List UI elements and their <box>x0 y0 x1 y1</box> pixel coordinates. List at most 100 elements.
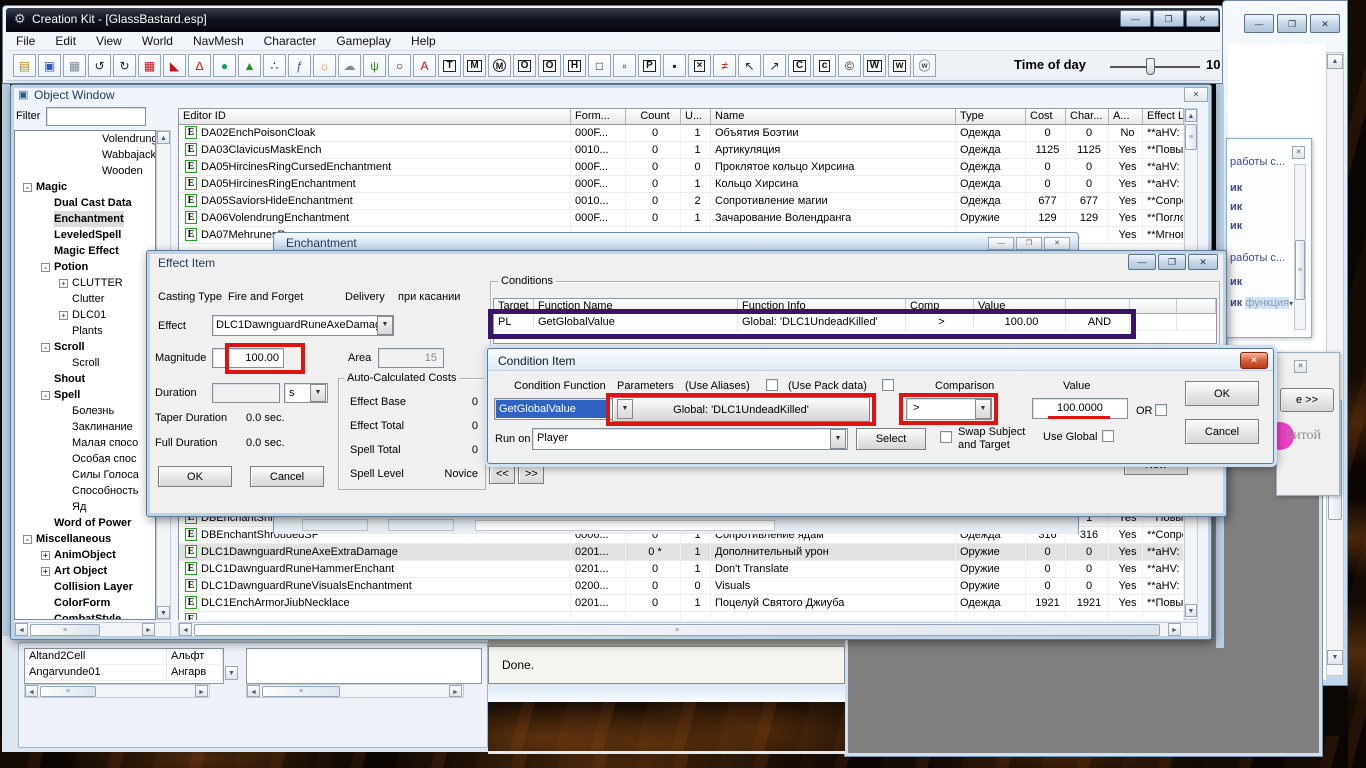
fragment-more-button[interactable]: e >> <box>1280 388 1334 412</box>
effect-dropdown[interactable]: DLC1DawnguardRuneAxeDamageE <box>212 315 394 336</box>
fx-icon[interactable]: ƒ <box>288 54 311 77</box>
bg-scroll-down-icon[interactable]: ▼ <box>1327 650 1343 665</box>
condition-prev-button[interactable]: << <box>489 464 515 484</box>
tree-hscroll-thumb[interactable]: ≡ <box>30 624 100 636</box>
dialogue-icon[interactable]: ○ <box>388 54 411 77</box>
condition-cancel-button[interactable]: Cancel <box>1185 419 1259 444</box>
chevron-down-icon[interactable]: ▾ <box>1289 299 1293 308</box>
square-icon[interactable]: ▫ <box>613 54 636 77</box>
tree-item[interactable]: -Magic <box>15 179 155 195</box>
tree-expand-icon[interactable]: + <box>59 279 68 288</box>
select-button[interactable]: Select <box>856 428 926 450</box>
effect-item-maximize-button[interactable]: ❐ <box>1158 254 1186 270</box>
cond-col-blank[interactable] <box>1130 299 1177 314</box>
menu-item-navmesh[interactable]: NavMesh <box>183 34 254 48</box>
table-row[interactable]: EDA05SaviorsHideEnchantment 0010... 0 2 … <box>179 193 1184 210</box>
redo-icon[interactable]: ↻ <box>113 54 136 77</box>
tree-expand-icon[interactable]: + <box>41 551 50 560</box>
menu-item-world[interactable]: World <box>132 34 183 48</box>
ench-minimize-icon[interactable]: — <box>988 237 1014 250</box>
effect-ok-button[interactable]: OK <box>158 466 232 487</box>
condition-next-button[interactable]: >> <box>518 464 544 484</box>
sky-icon[interactable]: ☁ <box>338 54 361 77</box>
tree-item[interactable]: CombatStyle <box>15 611 155 620</box>
bg-scroll-up-icon[interactable]: ▲ <box>1327 54 1343 69</box>
c-cube-icon[interactable]: c <box>813 54 836 77</box>
w-circle-icon[interactable]: ⓦ <box>913 54 936 77</box>
tree-item[interactable]: LeveledSpell <box>15 227 155 243</box>
tree-expand-icon[interactable]: - <box>23 183 32 192</box>
tree-item[interactable]: Способность <box>15 483 155 499</box>
tree-item[interactable]: Word of Power <box>15 515 155 531</box>
run-on-arrow-icon[interactable]: ▼ <box>830 429 846 449</box>
filter-input[interactable] <box>46 107 146 126</box>
navmesh-h-icon[interactable]: H <box>563 54 586 77</box>
furniture-t-icon[interactable]: T <box>438 54 461 77</box>
snap-grid-icon[interactable]: ▦ <box>138 54 161 77</box>
table-scroll-down-icon[interactable]: ▼ <box>1185 604 1197 617</box>
tree-item[interactable]: Scroll <box>15 355 155 371</box>
column-header[interactable]: U... <box>681 109 711 125</box>
bg-close-button[interactable]: ✕ <box>1310 14 1340 33</box>
time-of-day-slider[interactable] <box>1110 66 1200 68</box>
tree-item[interactable]: +DLC01 <box>15 307 155 323</box>
tree-item[interactable]: Shout <box>15 371 155 387</box>
preferences-icon[interactable]: ▦ <box>63 54 86 77</box>
table-scroll-up-icon[interactable]: ▲ <box>1185 109 1197 122</box>
table-row[interactable]: EDLC1DawnguardRuneHammerEnchant 0201... … <box>179 561 1184 578</box>
effect-item-close-button[interactable]: ✕ <box>1188 254 1218 270</box>
object-cube-icon[interactable]: O <box>538 54 561 77</box>
tree-item[interactable]: -Scroll <box>15 339 155 355</box>
tree-item[interactable]: Plants <box>15 323 155 339</box>
cell2-hscroll-right-icon[interactable]: ► <box>449 685 462 697</box>
tree-hscroll-right-icon[interactable]: ► <box>142 623 155 636</box>
duration-unit-arrow-icon[interactable]: ▼ <box>310 384 326 402</box>
table-row[interactable]: EDA03ClavicusMaskEnch 0010... 0 1 Артику… <box>179 142 1184 159</box>
or-checkbox[interactable] <box>1155 404 1167 416</box>
tree-expand-icon[interactable]: + <box>59 311 68 320</box>
popup-line[interactable]: работы с... <box>1230 252 1290 264</box>
main-close-button[interactable]: ✕ <box>1186 10 1219 27</box>
popup-scroll-thumb[interactable]: ≡ <box>1295 240 1305 300</box>
table-row[interactable]: EDA02EnchPoisonCloak 000F... 0 1 Объятия… <box>179 125 1184 142</box>
run-on-dropdown[interactable]: Player <box>532 428 848 450</box>
table-row[interactable]: EDLC1DawnguardRuneAxeExtraDamage 0201...… <box>179 544 1184 561</box>
menu-item-help[interactable]: Help <box>401 34 446 48</box>
table-row[interactable]: EDA05HircinesRingCursedEnchantment 000F.… <box>179 159 1184 176</box>
condition-item-titlebar[interactable] <box>488 349 1273 371</box>
column-header[interactable]: Editor ID <box>179 109 571 125</box>
circle-m-icon[interactable]: M <box>488 54 511 77</box>
menu-item-view[interactable]: View <box>86 34 132 48</box>
table-hscroll-left-icon[interactable]: ◄ <box>179 623 192 636</box>
havok-icon[interactable]: ∴ <box>263 54 286 77</box>
cell-row[interactable]: Angarvunde01 Ангарв <box>25 665 223 681</box>
cell-list-scroll-down-icon[interactable]: ▼ <box>225 666 238 680</box>
tree-item[interactable]: -Spell <box>15 387 155 403</box>
table-row[interactable]: EDA06VolendrungEnchantment 000F... 0 1 З… <box>179 210 1184 227</box>
main-maximize-button[interactable]: ❐ <box>1153 10 1184 27</box>
tree-item[interactable]: Magic Effect <box>15 243 155 259</box>
table-hscroll-thumb[interactable]: ≡ <box>194 624 1160 636</box>
cell2-hscroll-left-icon[interactable]: ◄ <box>247 685 260 697</box>
bg-maximize-button[interactable]: ❐ <box>1277 14 1307 33</box>
copyright-icon[interactable]: © <box>838 54 861 77</box>
tree-item[interactable]: Wabbajack <box>15 147 155 163</box>
popup-line[interactable]: ик <box>1230 182 1290 194</box>
marker-m-icon[interactable]: M <box>463 54 486 77</box>
tree-item[interactable]: Wooden <box>15 163 155 179</box>
column-header[interactable]: Effect List <box>1143 109 1184 125</box>
cell-hscroll-right-icon[interactable]: ► <box>195 685 208 697</box>
column-header[interactable]: Name <box>711 109 956 125</box>
column-header[interactable]: Count <box>626 109 681 125</box>
column-header[interactable]: Form... <box>571 109 626 125</box>
tree-item[interactable]: Особая спос <box>15 451 155 467</box>
popup-line[interactable]: работы с... <box>1230 156 1290 168</box>
menu-item-gameplay[interactable]: Gameplay <box>326 34 401 48</box>
c-box-icon[interactable]: C <box>788 54 811 77</box>
unlink-icon[interactable]: ≠ <box>713 54 736 77</box>
main-minimize-button[interactable]: — <box>1120 10 1151 27</box>
tree-item[interactable]: Clutter <box>15 291 155 307</box>
column-header[interactable]: Cost <box>1026 109 1066 125</box>
tree-item[interactable]: +CLUTTER <box>15 275 155 291</box>
popup-autocomplete-line[interactable]: ик функция▾ <box>1230 297 1308 312</box>
